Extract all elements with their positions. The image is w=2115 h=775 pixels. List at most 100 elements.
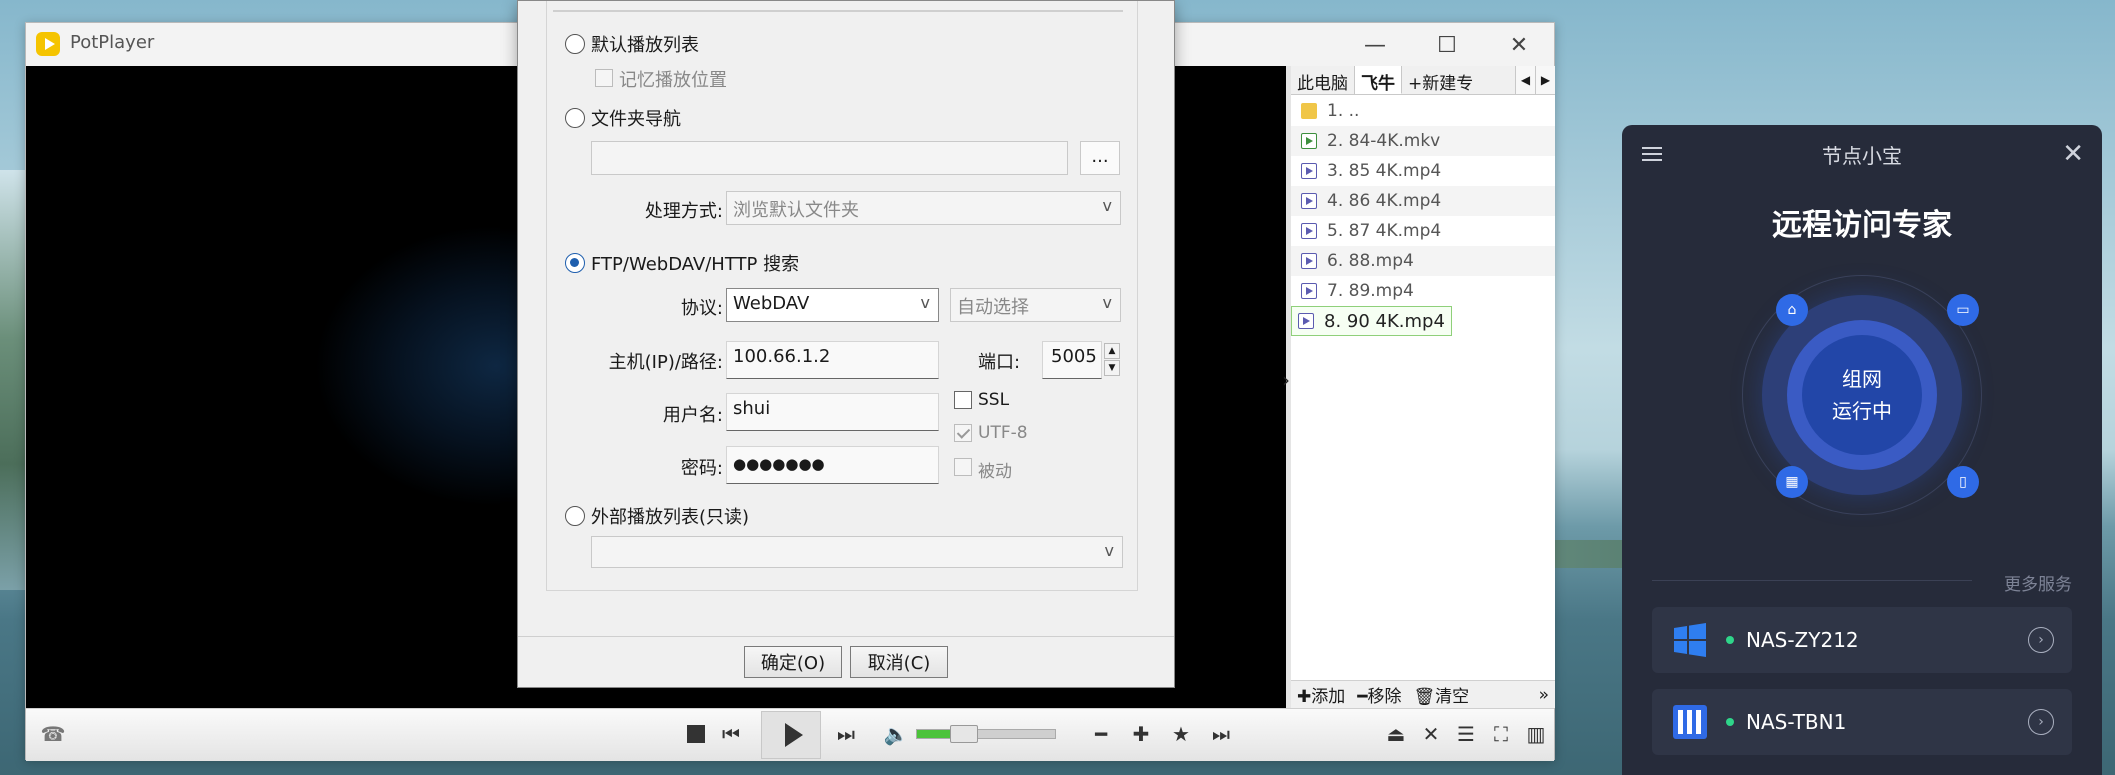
device-card-nas-zy212[interactable]: NAS-ZY212 › [1652,607,2072,673]
protocol-select[interactable]: WebDAV v [726,288,939,322]
external-playlist-select[interactable]: v [591,536,1123,568]
remember-position-label: 记忆播放位置 [619,70,727,91]
encoding-select[interactable]: 自动选择 v [950,288,1121,322]
port-input[interactable]: 5005 [1042,341,1102,379]
radio-default-playlist[interactable] [565,34,585,54]
remember-position-checkbox[interactable] [595,69,613,87]
remove-button[interactable]: ━移除 [1357,682,1401,707]
chevron-down-icon: v [920,293,930,312]
panel-header: 节点小宝 [1822,143,1902,168]
list-item[interactable]: 6. 88.mp4 [1291,246,1555,276]
video-file-icon [1301,253,1317,269]
skip-icon[interactable]: ⏭ [1206,719,1236,749]
node-assistant-panel: 节点小宝 ✕ 远程访问专家 组网 运行中 ⌂ ▭ ▦ ▯ 更多服务 NAS-ZY… [1622,125,2102,775]
port-down-icon[interactable]: ▼ [1104,360,1120,376]
close-icon[interactable]: ✕ [2062,139,2084,169]
panel-title: 远程访问专家 [1772,208,1952,243]
more-services-link[interactable]: 更多服务 [2004,570,2072,595]
protocol-label: 协议: [680,298,723,319]
plus-icon[interactable]: ✚ [1126,719,1156,749]
folder-nav-label: 文件夹导航 [591,109,681,130]
clear-button[interactable]: 🗑清空 [1414,682,1470,707]
ssl-checkbox[interactable] [954,391,972,409]
minimize-button[interactable]: — [1344,25,1406,65]
chevron-down-icon: v [1102,196,1112,215]
handling-label: 处理方式: [644,201,723,222]
layout-icon[interactable]: ▥ [1521,719,1551,749]
online-dot [1726,718,1734,726]
online-dot [1726,636,1734,644]
star-icon[interactable]: ★ [1166,719,1196,749]
divider [1652,580,1972,581]
volume-slider[interactable] [916,725,1056,743]
cancel-button[interactable]: 取消(C) [850,646,948,678]
tab-prev-icon[interactable]: ◀ [1515,66,1535,94]
mute-icon[interactable]: ✕ [1416,719,1446,749]
video-file-icon [1298,313,1314,329]
list-item[interactable]: 7. 89.mp4 [1291,276,1555,306]
port-up-icon[interactable]: ▲ [1104,343,1120,359]
video-file-icon [1301,163,1317,179]
status-line-2: 运行中 [1832,399,1892,423]
radio-external-playlist[interactable] [565,506,585,526]
username-input[interactable]: shui [726,393,939,431]
volume-knob[interactable] [950,725,979,743]
tab-this-pc[interactable]: 此电脑 [1291,66,1355,94]
next-icon[interactable]: ⏭ [831,719,861,749]
phone-icon[interactable]: ☎ [38,719,68,749]
fullscreen-icon[interactable]: ⛶ [1486,719,1516,749]
tab-feiniu[interactable]: 飞牛 [1355,66,1402,94]
add-button[interactable]: ✚添加 [1297,682,1345,707]
list-item[interactable]: 2. 84-4K.mkv [1291,126,1555,156]
list-item-selected[interactable]: 8. 90 4K.mp4 [1291,306,1452,336]
utf8-checkbox[interactable] [954,424,972,442]
passive-label: 被动 [978,462,1012,482]
host-input[interactable]: 100.66.1.2 [726,341,939,379]
list-item[interactable]: 1. .. [1291,96,1555,126]
list-item[interactable]: 3. 85 4K.mp4 [1291,156,1555,186]
list-item[interactable]: 4. 86 4K.mp4 [1291,186,1555,216]
folder-path-input[interactable] [591,141,1068,175]
chevron-right-icon[interactable]: › [2028,709,2054,735]
maximize-button[interactable]: ☐ [1416,25,1478,65]
list-item[interactable]: 5. 87 4K.mp4 [1291,216,1555,246]
password-label: 密码: [680,458,723,479]
password-input[interactable]: ●●●●●●● [726,446,939,484]
playlist-toggle-icon[interactable]: ☰ [1451,719,1481,749]
host-label: 主机(IP)/路径: [608,352,723,373]
playlist-panel: 此电脑 飞牛 +新建专 ◀ ▶ 1. .. 2. 84-4K.mkv 3. 85… [1291,66,1555,708]
chevron-down-icon: v [1104,541,1114,560]
browse-button[interactable]: ... [1080,141,1120,175]
eject-icon[interactable]: ⏏ [1381,719,1411,749]
network-status-button[interactable]: 组网 运行中 [1802,335,1922,455]
ok-button[interactable]: 确定(O) [744,646,842,678]
windows-icon [1670,620,1710,660]
more-button[interactable]: » [1539,685,1549,705]
device-name: NAS-TBN1 [1746,710,1847,734]
play-icon [784,723,803,747]
volume-icon[interactable]: 🔈 [881,719,911,749]
video-file-icon [1301,193,1317,209]
passive-checkbox[interactable] [954,458,972,476]
minus-icon[interactable]: ━ [1086,719,1116,749]
radio-ftp-search[interactable] [565,253,585,273]
handling-select[interactable]: 浏览默认文件夹 v [726,191,1121,225]
video-file-icon [1301,283,1317,299]
play-button[interactable] [761,711,821,759]
device-card-nas-tbn1[interactable]: NAS-TBN1 › [1652,689,2072,755]
radio-folder-nav[interactable] [565,108,585,128]
potplayer-logo-icon [36,32,60,56]
nas-icon: ▦ [1776,466,1808,498]
close-button[interactable]: ✕ [1488,25,1550,65]
router-icon: ⌂ [1776,294,1808,326]
video-file-icon [1301,133,1317,149]
stop-icon[interactable] [681,719,711,749]
tab-next-icon[interactable]: ▶ [1535,66,1555,94]
splitter-arrow-icon: › [1282,368,1290,392]
previous-icon[interactable]: ⏮ [716,719,746,749]
chevron-down-icon: v [1102,293,1112,312]
tab-new[interactable]: +新建专 [1402,66,1515,94]
phone-icon: ▯ [1947,466,1979,498]
menu-icon[interactable] [1642,147,1662,161]
chevron-right-icon[interactable]: › [2028,627,2054,653]
